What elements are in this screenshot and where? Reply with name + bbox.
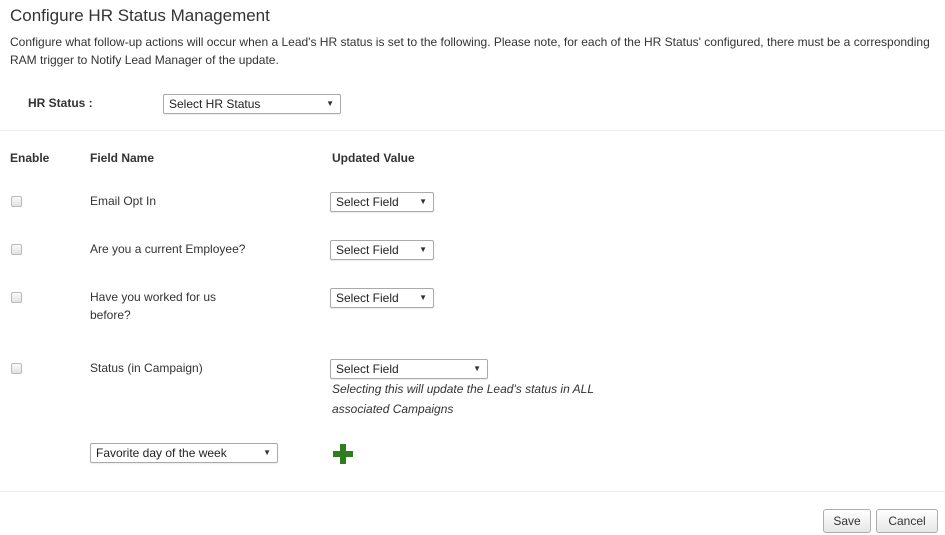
hr-status-select-value: Select HR Status [169,97,261,111]
updated-value-select-label: Select Field [336,243,399,257]
caret-down-icon: ▼ [419,197,427,206]
save-button[interactable]: Save [823,509,871,533]
divider-top [0,130,945,131]
page-title: Configure HR Status Management [10,6,270,25]
field-name-line: before? [90,308,131,322]
updated-value-select-label: Select Field [336,195,399,209]
enable-checkbox-email-opt-in[interactable] [11,196,22,207]
add-field-select-value: Favorite day of the week [96,446,227,460]
updated-value-select-status-in-campaign[interactable]: Select Field ▼ [330,359,488,379]
updated-value-select-email-opt-in[interactable]: Select Field ▼ [330,192,434,212]
enable-checkbox-status-in-campaign[interactable] [11,363,22,374]
caret-down-icon: ▼ [419,293,427,302]
enable-checkbox-worked-before[interactable] [11,292,22,303]
updated-value-select-current-employee[interactable]: Select Field ▼ [330,240,434,260]
divider-bottom [0,491,945,492]
hr-status-label: HR Status : [28,96,93,110]
field-name-line: Have you worked for us [90,290,217,304]
caret-down-icon: ▼ [326,99,334,108]
add-field-select[interactable]: Favorite day of the week ▼ [90,443,278,463]
caret-down-icon: ▼ [263,448,271,457]
note-line: Selecting this will update the Lead's st… [332,382,595,396]
field-name-email-opt-in: Email Opt In [90,194,157,208]
status-campaign-note: Selecting this will update the Lead's st… [332,379,672,419]
updated-value-select-worked-before[interactable]: Select Field ▼ [330,288,434,308]
field-name-current-employee: Are you a current Employee? [90,242,246,256]
caret-down-icon: ▼ [419,245,427,254]
plus-icon-bar-vertical [340,444,346,464]
enable-checkbox-current-employee[interactable] [11,244,22,255]
field-name-status-in-campaign: Status (in Campaign) [90,361,203,375]
updated-value-select-label: Select Field [336,362,399,376]
page-description: Configure what follow-up actions will oc… [10,35,930,67]
column-header-updated-value: Updated Value [332,151,415,165]
note-line: associated Campaigns [332,402,454,416]
cancel-button[interactable]: Cancel [876,509,938,533]
plus-icon[interactable] [333,444,353,464]
updated-value-select-label: Select Field [336,291,399,305]
field-name-worked-before: Have you worked for us before? [90,288,216,324]
hr-status-select[interactable]: Select HR Status ▼ [163,94,341,114]
column-header-enable: Enable [10,151,50,165]
caret-down-icon: ▼ [473,364,481,373]
column-header-field-name: Field Name [90,151,155,165]
